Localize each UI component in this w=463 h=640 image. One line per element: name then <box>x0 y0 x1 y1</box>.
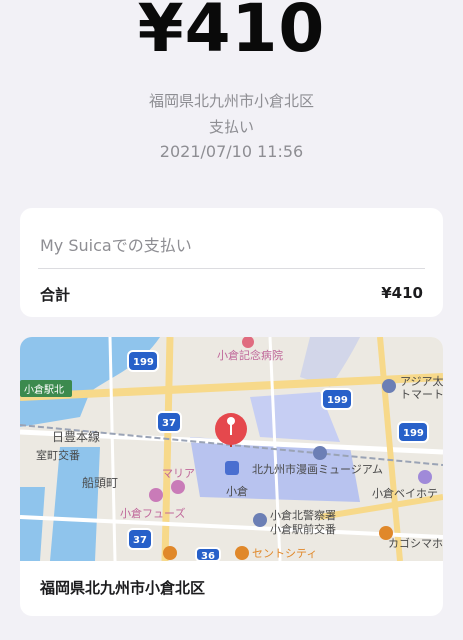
payment-summary-card: My Suicaでの支払い 合計 ¥410 <box>20 208 443 317</box>
svg-text:36: 36 <box>201 551 215 561</box>
map-card[interactable]: 小倉記念病院 小倉駅北 アジア太 トマート 日豊本線 室町交番 船頭町 マリア … <box>20 337 443 616</box>
svg-text:199: 199 <box>327 395 348 406</box>
map-label-maria: マリア <box>162 467 195 480</box>
restaurant-icon <box>163 546 177 560</box>
svg-text:199: 199 <box>133 357 154 368</box>
museum-icon <box>313 446 327 460</box>
map-label-muromachi: 室町交番 <box>36 448 80 462</box>
divider <box>38 268 425 269</box>
amount: ¥410 <box>137 0 326 67</box>
train-icon <box>225 461 239 475</box>
total-value: ¥410 <box>381 284 423 302</box>
route-37-shield: 37 <box>156 411 182 433</box>
map-label-manga: 北九州市漫画ミュージアム <box>252 462 383 476</box>
map-label-nippo: 日豊本線 <box>52 429 100 444</box>
map-label-kagoshima: カゴシマホ <box>388 536 443 550</box>
transaction-type: 支払い <box>208 118 254 136</box>
shop-icon-2 <box>379 526 393 540</box>
map-label-asia2: トマート <box>400 388 443 401</box>
map-label-funato: 船頭町 <box>82 476 118 490</box>
route-199-shield-2: 199 <box>321 388 353 410</box>
map-location-caption: 福岡県北九州市小倉北区 <box>40 579 206 597</box>
info-icon <box>382 379 396 393</box>
svg-text:199: 199 <box>403 428 424 439</box>
total-label: 合計 <box>40 286 71 304</box>
map-label-bay: 小倉ベイホテ <box>372 486 438 500</box>
svg-text:37: 37 <box>162 418 176 429</box>
route-37-shield-2: 37 <box>127 528 153 550</box>
map-label-hospital: 小倉記念病院 <box>217 348 283 362</box>
location-text: 福岡県北九州市小倉北区 <box>148 92 314 110</box>
svg-text:37: 37 <box>133 535 147 546</box>
music-icon <box>171 480 185 494</box>
map-label-city: セントシティ <box>252 547 317 560</box>
route-36-shield: 36 <box>195 547 221 561</box>
map-label-asia: アジア太 <box>400 375 443 388</box>
map-label-kokura: 小倉 <box>226 484 248 498</box>
route-199-shield-3: 199 <box>397 421 429 443</box>
transaction-datetime: 2021/07/10 11:56 <box>159 142 304 161</box>
location-map[interactable]: 小倉記念病院 小倉駅北 アジア太 トマート 日豊本線 室町交番 船頭町 マリア … <box>20 337 443 561</box>
map-label-kokura-north: 小倉駅北 <box>24 383 64 396</box>
map-label-station-police: 小倉駅前交番 <box>270 522 336 536</box>
map-label-police: 小倉北警察署 <box>270 508 336 522</box>
police-icon <box>253 513 267 527</box>
music-icon-2 <box>149 488 163 502</box>
payment-method-title: My Suicaでの支払い <box>40 236 192 255</box>
route-199-shield: 199 <box>127 350 159 372</box>
hotel-icon <box>418 470 432 484</box>
shop-icon <box>235 546 249 560</box>
map-label-foods: 小倉フューズ <box>120 506 185 520</box>
